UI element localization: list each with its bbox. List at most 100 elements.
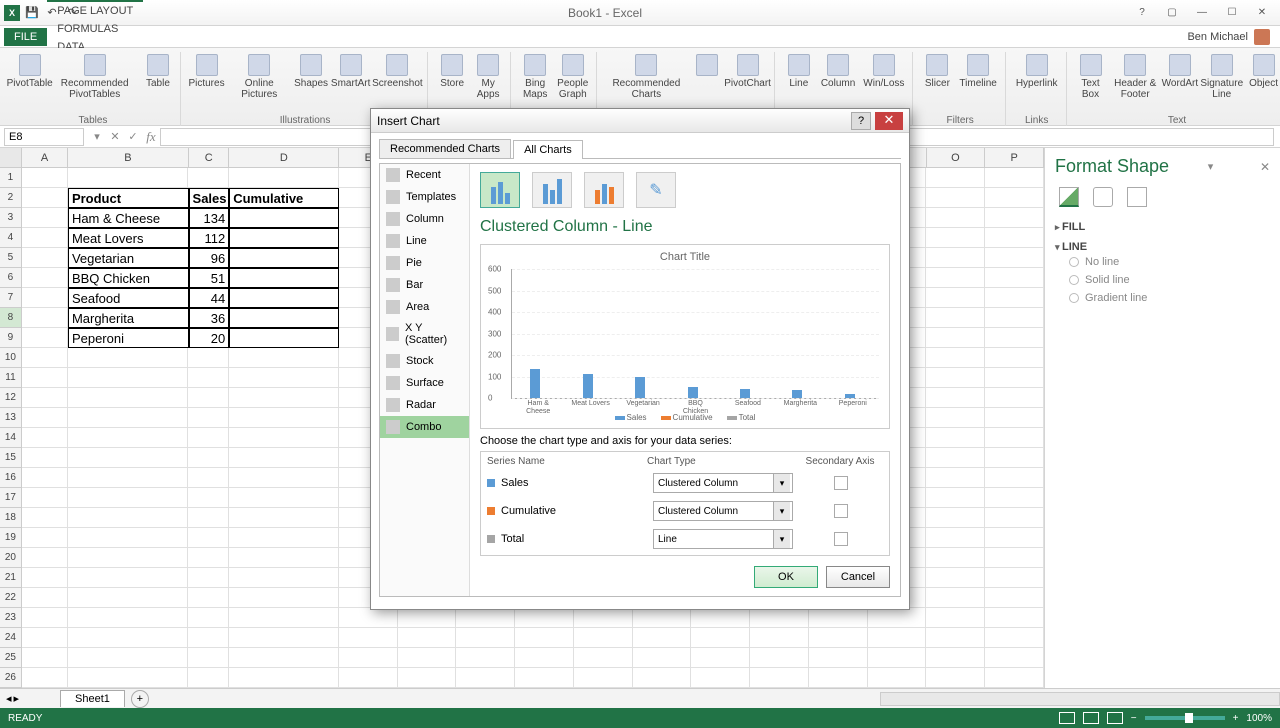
tab-page-layout[interactable]: PAGE LAYOUT — [47, 2, 143, 20]
fill-line-tab-icon[interactable] — [1059, 187, 1079, 207]
cell[interactable] — [398, 628, 457, 648]
cell[interactable] — [229, 368, 339, 388]
cancel-button[interactable]: Cancel — [826, 566, 890, 588]
cell[interactable] — [985, 328, 1044, 348]
cell[interactable] — [926, 288, 985, 308]
ribbon-my-apps[interactable]: My Apps — [472, 52, 504, 102]
chart-category-surface[interactable]: Surface — [380, 372, 469, 394]
chart-type-select[interactable]: Line — [653, 529, 793, 549]
minimize-icon[interactable]: — — [1190, 4, 1214, 22]
row-header[interactable]: 4 — [0, 228, 22, 248]
chart-category-area[interactable]: Area — [380, 296, 469, 318]
normal-view-icon[interactable] — [1059, 712, 1075, 724]
row-header[interactable]: 7 — [0, 288, 22, 308]
chart-category-radar[interactable]: Radar — [380, 394, 469, 416]
cell[interactable] — [398, 608, 457, 628]
tab-formulas[interactable]: FORMULAS — [47, 20, 143, 38]
cell[interactable] — [22, 608, 68, 628]
cell[interactable] — [229, 448, 339, 468]
cell[interactable] — [229, 328, 339, 348]
ribbon-line[interactable]: Line — [783, 52, 815, 91]
row-header[interactable]: 19 — [0, 528, 22, 548]
cell[interactable] — [985, 248, 1044, 268]
cell[interactable] — [188, 628, 229, 648]
cell[interactable] — [22, 268, 68, 288]
chart-category-column[interactable]: Column — [380, 208, 469, 230]
effects-tab-icon[interactable] — [1093, 187, 1113, 207]
chart-category-x-y-scatter-[interactable]: X Y (Scatter) — [380, 318, 469, 350]
cell[interactable] — [68, 488, 189, 508]
cell[interactable] — [68, 568, 189, 588]
row-header[interactable]: 6 — [0, 268, 22, 288]
chart-category-line[interactable]: Line — [380, 230, 469, 252]
cell[interactable] — [22, 328, 68, 348]
cell[interactable] — [985, 508, 1044, 528]
cell[interactable] — [22, 528, 68, 548]
ribbon-screenshot[interactable]: Screenshot — [374, 52, 422, 91]
cell[interactable] — [188, 348, 229, 368]
file-tab[interactable]: FILE — [4, 28, 47, 46]
cell[interactable] — [68, 588, 189, 608]
cell[interactable] — [68, 408, 189, 428]
cell[interactable] — [68, 388, 189, 408]
cell[interactable] — [229, 608, 339, 628]
cell[interactable] — [22, 508, 68, 528]
col-header-D[interactable]: D — [229, 148, 339, 167]
cell[interactable] — [22, 628, 68, 648]
cell[interactable] — [926, 248, 985, 268]
combo-subtype-1[interactable] — [480, 172, 520, 208]
sheet-tab[interactable]: Sheet1 — [60, 690, 125, 707]
cell[interactable] — [985, 628, 1044, 648]
cell[interactable] — [229, 348, 339, 368]
cell[interactable] — [809, 648, 868, 668]
cell[interactable] — [188, 668, 229, 688]
cell[interactable] — [229, 408, 339, 428]
cell[interactable] — [188, 368, 229, 388]
cell[interactable] — [68, 508, 189, 528]
panel-close-icon[interactable]: ✕ — [1260, 160, 1270, 174]
cancel-formula-icon[interactable]: ✕ — [106, 128, 124, 146]
ribbon-signature-line[interactable]: Signature Line — [1200, 52, 1244, 102]
horizontal-scrollbar[interactable] — [880, 692, 1280, 706]
cell[interactable] — [926, 588, 985, 608]
size-tab-icon[interactable] — [1127, 187, 1147, 207]
cell[interactable] — [926, 368, 985, 388]
cell[interactable] — [809, 628, 868, 648]
cell[interactable] — [188, 468, 229, 488]
cell[interactable] — [68, 448, 189, 468]
cell[interactable] — [22, 568, 68, 588]
col-header-O[interactable]: O — [927, 148, 986, 167]
cell[interactable] — [22, 168, 68, 188]
row-header[interactable]: 13 — [0, 408, 22, 428]
cell[interactable] — [188, 548, 229, 568]
dropdown-icon[interactable]: ▾ — [88, 128, 106, 146]
ribbon-smartart[interactable]: SmartArt — [332, 52, 370, 91]
cell[interactable] — [22, 648, 68, 668]
cell[interactable] — [188, 608, 229, 628]
cell[interactable] — [339, 648, 398, 668]
cell[interactable] — [229, 268, 339, 288]
ok-button[interactable]: OK — [754, 566, 818, 588]
row-header[interactable]: 16 — [0, 468, 22, 488]
cell[interactable]: Ham & Cheese — [68, 208, 189, 228]
cell[interactable] — [68, 628, 189, 648]
cell[interactable] — [188, 428, 229, 448]
ribbon-pivotchart[interactable]: PivotChart — [727, 52, 767, 91]
cell[interactable]: 44 — [189, 288, 230, 308]
cell[interactable] — [574, 668, 633, 688]
ribbon-header-footer[interactable]: Header & Footer — [1111, 52, 1160, 102]
cell[interactable] — [456, 668, 515, 688]
cell[interactable] — [750, 608, 809, 628]
combo-subtype-custom[interactable]: ✎ — [636, 172, 676, 208]
cell[interactable] — [229, 588, 339, 608]
row-header[interactable]: 12 — [0, 388, 22, 408]
cell[interactable] — [809, 668, 868, 688]
cell[interactable] — [985, 388, 1044, 408]
cell[interactable] — [188, 648, 229, 668]
cell[interactable] — [229, 388, 339, 408]
cell[interactable] — [22, 448, 68, 468]
cell[interactable] — [68, 608, 189, 628]
ribbon-online-pictures[interactable]: Online Pictures — [228, 52, 290, 102]
cell[interactable] — [985, 208, 1044, 228]
cell[interactable]: Vegetarian — [68, 248, 189, 268]
